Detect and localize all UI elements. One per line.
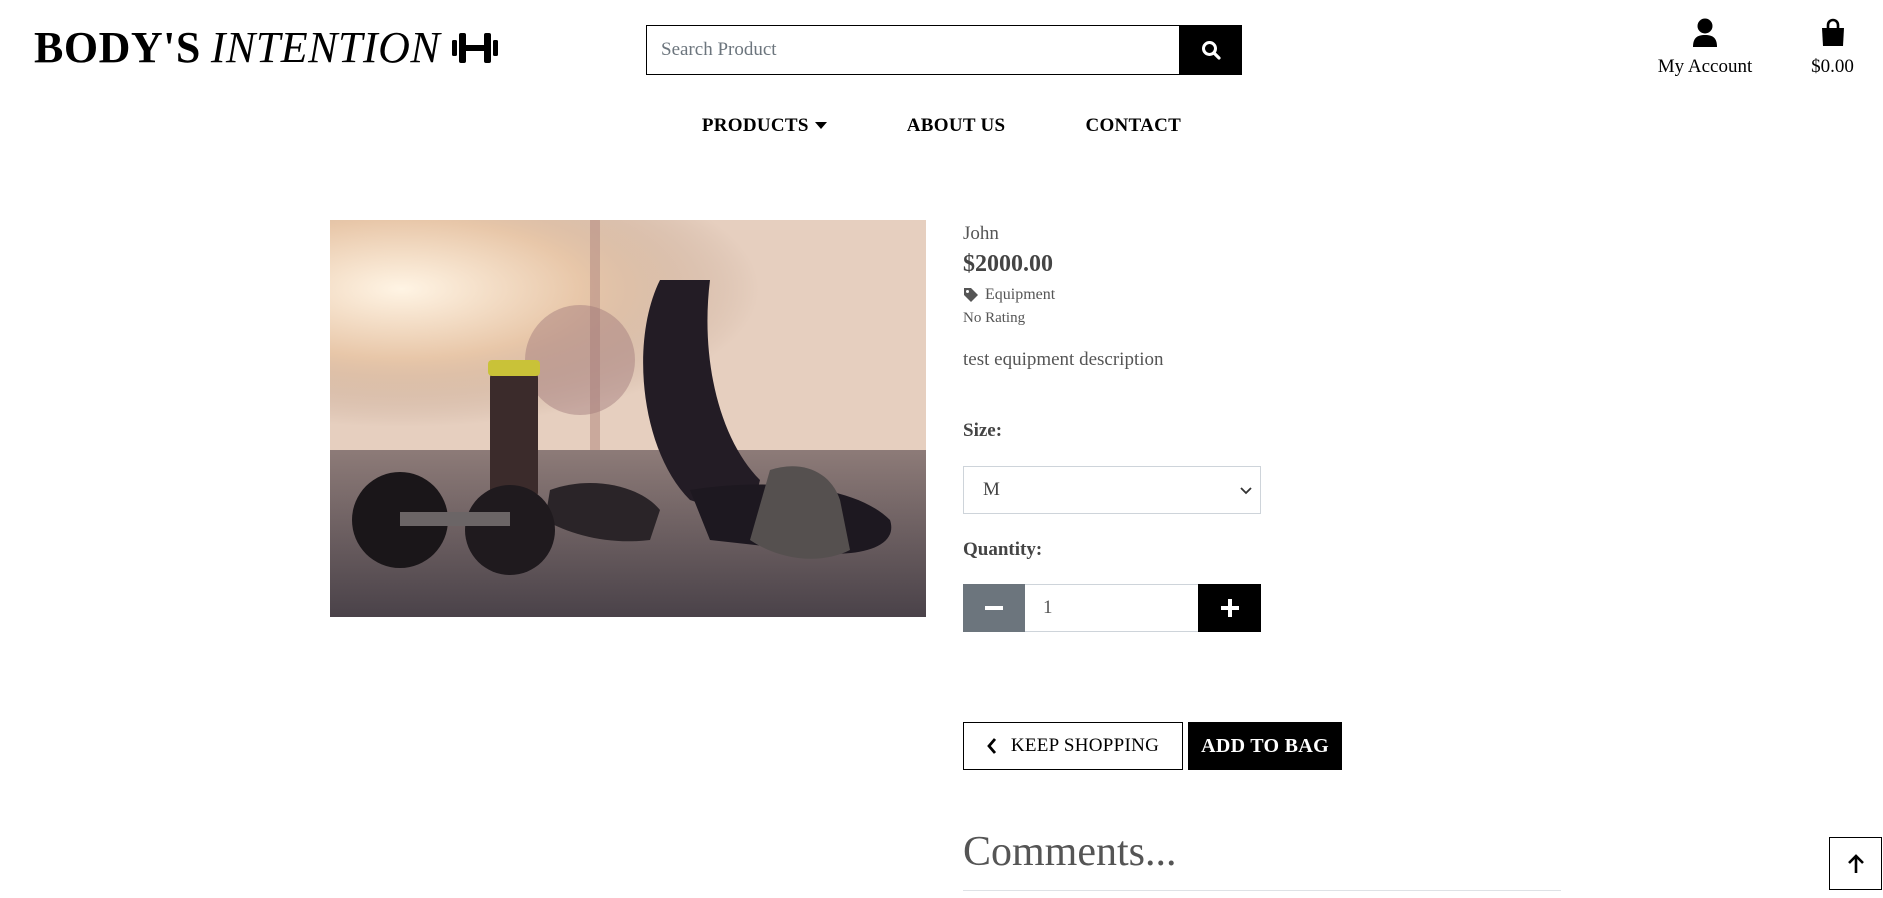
nav-about-us[interactable]: ABOUT US [907,115,1006,137]
chevron-down-icon [1240,479,1252,501]
search-icon [1201,41,1221,60]
site-logo[interactable]: BODY'S INTENTION [34,22,500,73]
minus-icon [985,606,1003,610]
size-select[interactable]: M [963,466,1261,514]
add-to-bag-button[interactable]: ADD TO BAG [1188,722,1342,770]
back-to-top-button[interactable] [1829,837,1882,890]
shopping-bag-icon [1800,18,1865,50]
my-account-link[interactable]: My Account [1650,18,1760,78]
keep-shopping-button[interactable]: KEEP SHOPPING [963,722,1183,770]
user-icon [1650,18,1760,50]
caret-down-icon [814,122,827,130]
product-image[interactable] [330,220,926,617]
main-nav: PRODUCTS ABOUT US CONTACT [0,115,1883,137]
keep-shopping-label: KEEP SHOPPING [1010,735,1160,756]
nav-products-label: PRODUCTS [701,115,809,136]
shopping-bag-link[interactable]: $0.00 [1800,18,1865,78]
logo-main-text: BODY'S [34,23,201,72]
add-to-bag-label: ADD TO BAG [1201,734,1329,757]
nav-products[interactable]: PRODUCTS [702,115,827,137]
logo-italic-text: INTENTION [210,23,441,72]
increment-quantity-button[interactable] [1198,584,1261,632]
product-description: test equipment description [963,349,1164,370]
product-category[interactable]: Equipment [963,286,1563,304]
product-name: John [963,223,999,244]
my-account-label: My Account [1657,56,1753,77]
size-label: Size: [963,420,1003,441]
comments-heading: Comments... [963,828,1561,891]
search-form [646,25,1242,75]
product-category-label: Equipment [985,286,1056,303]
bag-total: $0.00 [1811,56,1854,77]
nav-about-us-label: ABOUT US [906,115,1006,136]
arrow-up-icon [1847,853,1864,873]
tag-icon [964,288,978,302]
decrement-quantity-button[interactable] [963,584,1025,632]
quantity-input[interactable]: 1 [1025,584,1198,632]
plus-icon [1220,599,1239,617]
product-rating: No Rating [963,310,1026,326]
chevron-left-icon [986,738,996,754]
nav-contact[interactable]: CONTACT [1085,115,1181,137]
search-button[interactable] [1179,25,1242,75]
product-details: John $2000.00 Equipment No Rating test e… [963,223,1563,891]
product-price: $2000.00 [963,251,1053,277]
dumbbell-icon [450,31,500,65]
size-selected-value: M [983,479,1000,500]
nav-contact-label: CONTACT [1085,115,1182,136]
quantity-stepper: 1 [963,584,1261,632]
quantity-label: Quantity: [963,539,1043,560]
search-input[interactable] [646,25,1179,75]
